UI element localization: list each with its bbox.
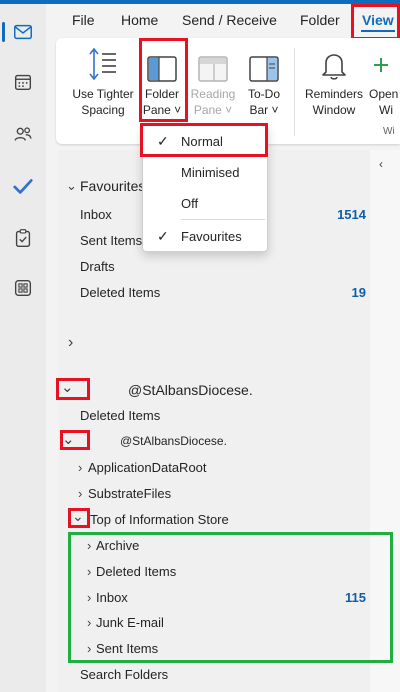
favourites-item-inbox[interactable]: Inbox [80,207,112,222]
todo-rail-button[interactable] [0,166,46,206]
reminders-label-1: Reminders [304,87,364,101]
inbox-chevron-icon[interactable]: › [87,590,91,605]
junk-chevron-icon[interactable]: › [87,615,91,630]
todo-icon [13,179,33,194]
favourites-item-deleted[interactable]: Deleted Items [80,285,160,300]
account1-chevron-down-icon[interactable]: ⌄ [61,378,74,396]
deleted-chevron-icon[interactable]: › [87,564,91,579]
store-folder-sent-items[interactable]: Sent Items [96,641,158,656]
ribbon-group-label: Wi [383,126,395,137]
collapse-pane-icon[interactable]: ‹ [379,157,383,171]
reading-pane-button[interactable]: Reading Pane ˅ [190,42,236,118]
reminders-window-button[interactable]: Reminders Window [302,42,366,118]
store-folder-deleted-items[interactable]: Deleted Items [96,564,176,579]
folder-pane-dropdown: ✓ Normal Minimised Off ✓ Favourites [142,124,268,252]
folder-top-of-information-store[interactable]: Top of Information Store [90,512,229,527]
chevron-right-icon[interactable]: › [68,334,73,352]
folder-substrate-files[interactable]: SubstrateFiles [88,486,171,501]
tab-folder[interactable]: Folder [300,12,340,28]
account1-name[interactable]: @StAlbansDiocese. [128,382,253,398]
search-folders[interactable]: Search Folders [80,667,168,682]
folder-application-data-root[interactable]: ApplicationDataRoot [88,460,207,475]
open-window-button[interactable]: Open Wi [369,42,400,118]
account2-name[interactable]: @StAlbansDiocese. [120,434,227,448]
menu-item-favourites[interactable]: Favourites [181,229,242,244]
apps-icon [14,279,32,297]
mail-rail-button[interactable] [0,12,46,52]
active-tab-indicator [361,30,395,32]
folder-pane-button[interactable]: Folder Pane ˅ [142,42,182,118]
app-rail [0,4,46,692]
open-window-icon [374,58,388,72]
open-label-1: Open [369,87,399,101]
folder-pane-label-2: Pane ˅ [142,103,182,117]
calendar-rail-button[interactable] [0,62,46,102]
account1-deleted-items[interactable]: Deleted Items [80,408,160,423]
people-rail-button[interactable] [0,114,46,154]
tighter-spacing-label-2: Spacing [81,103,125,117]
reading-pane-label-2: Pane ˅ [193,103,233,117]
reading-pane-label-1: Reading [190,87,236,101]
use-tighter-spacing-button[interactable]: Use Tighter Spacing [68,42,138,118]
people-icon [14,127,32,141]
todo-bar-label-2: Bar ˅ [249,103,279,117]
tab-view[interactable]: View [362,12,394,28]
archive-chevron-icon[interactable]: › [87,538,91,553]
folder-pane-edge [370,150,400,692]
tab-home[interactable]: Home [121,12,158,28]
sent-chevron-icon[interactable]: › [87,641,91,656]
substrate-files-chevron-icon[interactable]: › [78,486,82,501]
folder-pane-label-1: Folder [144,87,179,101]
tasks-rail-button[interactable] [0,218,46,258]
reading-pane-icon [198,56,228,82]
store-folder-junk[interactable]: Junk E-mail [96,615,164,630]
tab-send-receive[interactable]: Send / Receive [182,12,277,28]
menu-item-minimised[interactable]: Minimised [181,165,240,180]
ribbon-tabs: File Home Send / Receive Folder View [46,4,400,38]
favourites-header[interactable]: Favourites [80,178,145,194]
bell-icon [322,54,346,80]
calendar-icon [14,74,32,91]
spacing-icon [89,47,116,81]
favourites-item-drafts[interactable]: Drafts [80,259,115,274]
favourites-chevron-down-icon[interactable]: ⌄ [66,178,77,194]
favourites-item-sent[interactable]: Sent Items [80,233,142,248]
open-label-2: Wi [379,103,393,117]
mail-icon [14,24,32,40]
menu-item-off[interactable]: Off [181,196,198,211]
store-folder-archive[interactable]: Archive [96,538,139,553]
todo-bar-icon [249,56,279,82]
favourites-inbox-count: 1514 [337,207,366,222]
todo-bar-button[interactable]: To-Do Bar ˅ [242,42,286,118]
apps-rail-button[interactable] [0,268,46,308]
app-data-root-chevron-icon[interactable]: › [78,460,82,475]
tasks-icon [15,229,31,247]
account2-chevron-down-icon[interactable]: ⌄ [62,430,75,448]
favourites-deleted-count: 19 [351,285,366,300]
menu-item-normal[interactable]: Normal [181,134,223,149]
todo-bar-label-1: To-Do [247,87,280,101]
store-folder-inbox[interactable]: Inbox [96,590,128,605]
top-store-chevron-down-icon[interactable]: ⌄ [72,508,84,525]
store-inbox-count: 115 [345,590,366,605]
tighter-spacing-label-1: Use Tighter [72,87,134,101]
menu-separator [181,219,265,220]
normal-check-icon: ✓ [157,133,169,149]
reminders-label-2: Window [312,103,356,117]
folder-pane-icon [147,56,177,82]
favourites-check-icon: ✓ [157,228,169,244]
ribbon-divider [294,48,295,136]
tab-file[interactable]: File [72,12,95,28]
